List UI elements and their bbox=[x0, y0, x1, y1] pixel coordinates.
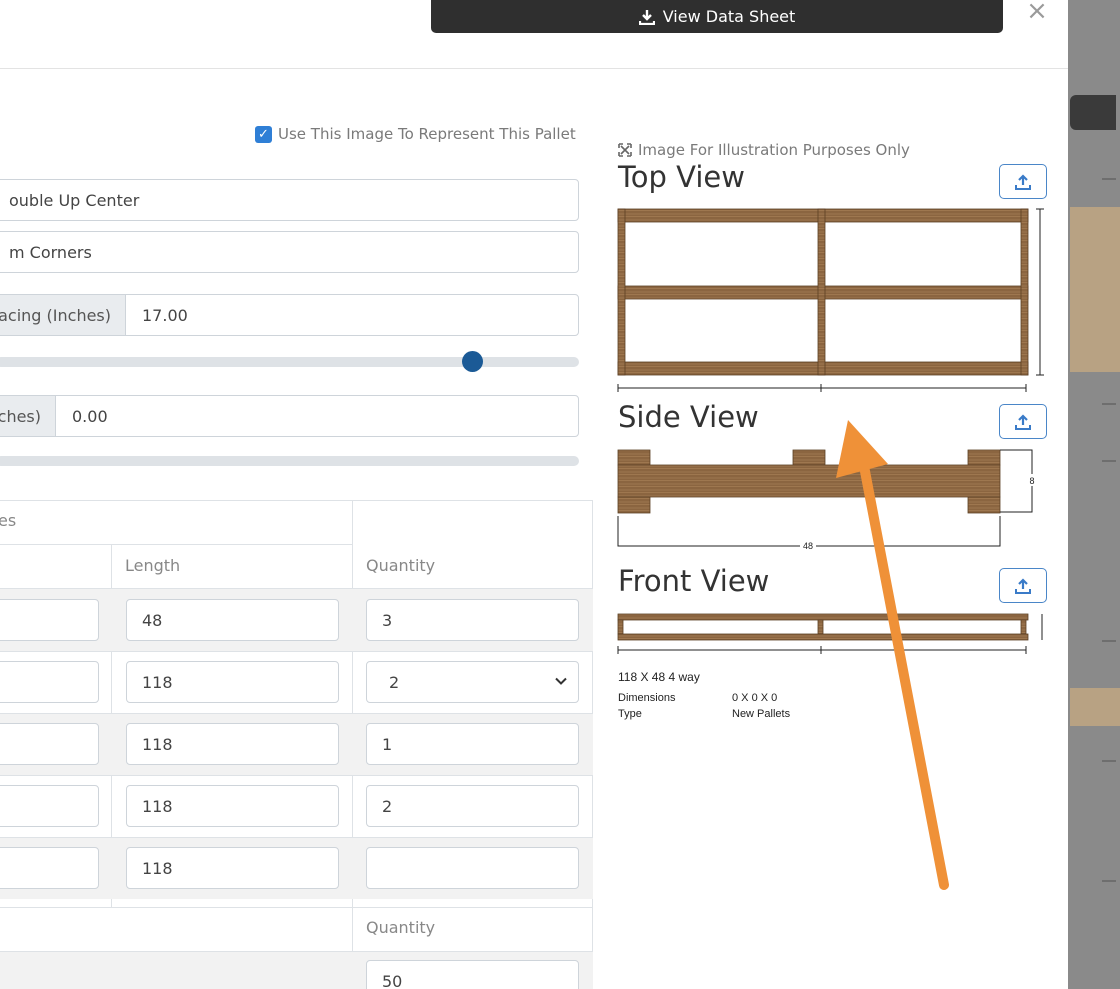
double-up-center-field[interactable]: ouble Up Center bbox=[0, 179, 579, 221]
length-input[interactable]: 48 bbox=[126, 599, 339, 641]
header-divider bbox=[0, 68, 1068, 69]
illustration-note-text: Image For Illustration Purposes Only bbox=[638, 141, 910, 159]
width-input[interactable] bbox=[0, 723, 99, 765]
spacing-slider-thumb[interactable] bbox=[462, 351, 483, 372]
dimensions-label: Dimensions bbox=[618, 692, 676, 704]
view-data-sheet-label: View Data Sheet bbox=[662, 7, 796, 26]
top-view-upload-button[interactable] bbox=[999, 164, 1047, 199]
background-divider bbox=[1102, 403, 1116, 405]
view-data-sheet-button[interactable]: View Data Sheet bbox=[431, 0, 1003, 33]
table-divider bbox=[0, 775, 593, 776]
length-column-header: Length bbox=[125, 556, 181, 575]
background-divider bbox=[1102, 460, 1116, 462]
chevron-down-icon bbox=[555, 677, 567, 685]
table-divider bbox=[0, 907, 593, 908]
background-tan-panel bbox=[1070, 207, 1120, 372]
top-view-drawing bbox=[617, 208, 1044, 392]
front-view-title: Front View bbox=[618, 564, 770, 598]
spacing-slider-track[interactable] bbox=[0, 357, 579, 367]
quantity-select-value: 2 bbox=[389, 672, 400, 692]
type-label: Type bbox=[618, 708, 642, 720]
table-top-border bbox=[0, 500, 593, 501]
quantity-column-header: Quantity bbox=[366, 556, 436, 575]
table-group-header: es bbox=[0, 511, 17, 530]
spacing-label: pacing (Inches) bbox=[0, 295, 126, 335]
table-divider bbox=[0, 713, 593, 714]
quantity-select[interactable]: 2 bbox=[366, 661, 579, 703]
width-input[interactable] bbox=[0, 785, 99, 827]
length-input[interactable]: 118 bbox=[126, 785, 339, 827]
spacing-input-group[interactable]: pacing (Inches) 17.00 bbox=[0, 294, 579, 336]
background-divider bbox=[1102, 880, 1116, 882]
spacing-input[interactable]: 17.00 bbox=[126, 295, 578, 335]
inches-label: ches) bbox=[0, 396, 56, 436]
front-view-upload-button[interactable] bbox=[999, 568, 1047, 603]
download-icon bbox=[638, 9, 655, 25]
type-value: New Pallets bbox=[732, 708, 791, 720]
double-up-center-value: ouble Up Center bbox=[9, 190, 140, 210]
inches-slider-track[interactable] bbox=[0, 456, 579, 466]
length-input[interactable]: 118 bbox=[126, 847, 339, 889]
pallet-summary-title: 118 X 48 4 way bbox=[618, 670, 700, 684]
close-icon[interactable]: × bbox=[1024, 0, 1050, 24]
side-height-label: 8 bbox=[1029, 476, 1034, 486]
side-view-upload-button[interactable] bbox=[999, 404, 1047, 439]
background-page bbox=[1068, 0, 1120, 989]
quantity-footer-header: Quantity bbox=[366, 918, 436, 937]
top-view-title: Top View bbox=[618, 160, 745, 194]
width-input[interactable] bbox=[0, 847, 99, 889]
corners-value: m Corners bbox=[9, 242, 92, 262]
length-input[interactable]: 118 bbox=[126, 723, 339, 765]
pallet-modal: View Data Sheet × ✓ Use This Image To Re… bbox=[0, 0, 1068, 989]
background-dark-block bbox=[1070, 95, 1116, 130]
width-input[interactable] bbox=[0, 661, 99, 703]
illustration-note: Image For Illustration Purposes Only bbox=[618, 141, 910, 159]
use-image-checkbox-row[interactable]: ✓ Use This Image To Represent This Palle… bbox=[255, 125, 576, 143]
table-divider bbox=[0, 544, 352, 545]
table-divider bbox=[0, 837, 593, 838]
quantity-input[interactable] bbox=[366, 847, 579, 889]
total-quantity-input[interactable]: 50 bbox=[366, 960, 579, 989]
side-width-label: 48 bbox=[803, 541, 813, 551]
background-tan-strip bbox=[1070, 688, 1120, 726]
quantity-input[interactable]: 3 bbox=[366, 599, 579, 641]
upload-icon bbox=[1015, 577, 1031, 594]
background-divider bbox=[1102, 178, 1116, 180]
expand-icon bbox=[618, 143, 632, 157]
length-input[interactable]: 118 bbox=[126, 661, 339, 703]
upload-icon bbox=[1015, 173, 1031, 190]
checkbox-checked-icon[interactable]: ✓ bbox=[255, 125, 272, 143]
quantity-input[interactable]: 2 bbox=[366, 785, 579, 827]
side-view-title: Side View bbox=[618, 400, 759, 434]
annotation-arrow bbox=[836, 420, 949, 890]
table-divider bbox=[0, 651, 593, 652]
corners-field[interactable]: m Corners bbox=[0, 231, 579, 273]
background-divider bbox=[1102, 760, 1116, 762]
inches-input[interactable]: 0.00 bbox=[56, 396, 578, 436]
background-divider bbox=[1102, 640, 1116, 642]
table-divider bbox=[0, 951, 593, 952]
width-input[interactable] bbox=[0, 599, 99, 641]
upload-icon bbox=[1015, 413, 1031, 430]
quantity-input[interactable]: 1 bbox=[366, 723, 579, 765]
inches-input-group[interactable]: ches) 0.00 bbox=[0, 395, 579, 437]
use-image-label: Use This Image To Represent This Pallet bbox=[278, 125, 576, 143]
dimensions-value: 0 X 0 X 0 bbox=[732, 692, 778, 704]
